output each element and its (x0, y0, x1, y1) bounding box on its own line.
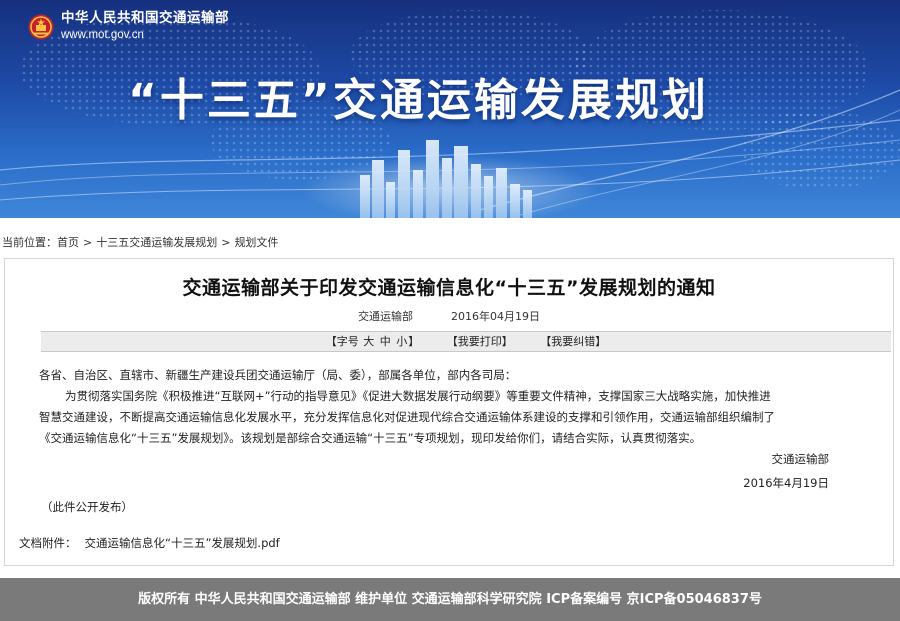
breadcrumb-prefix: 当前位置： (2, 236, 57, 249)
article-meta: 交通运输部 2016年04月19日 (5, 308, 893, 324)
correction-button[interactable]: 【我要纠错】 (540, 332, 606, 351)
font-size-large-button[interactable]: 大 (363, 335, 374, 348)
article-panel: 交通运输部关于印发交通运输信息化“十三五”发展规划的通知 交通运输部 2016年0… (4, 258, 894, 566)
font-size-close: 】 (408, 335, 420, 348)
article-toolbar: 【字号 大 中 小】 【我要打印】 【我要纠错】 (41, 331, 891, 352)
breadcrumb: 当前位置：首页 > 十三五交通运输发展规划 > 规划文件 (2, 234, 278, 250)
font-size-medium-button[interactable]: 中 (380, 335, 391, 348)
font-size-control: 【字号 大 中 小】 (326, 332, 420, 351)
site-name: 中华人民共和国交通运输部 (61, 10, 229, 26)
banner-title: “十三五”交通运输发展规划 (128, 75, 709, 126)
footer-copyright: 版权所有 中华人民共和国交通运输部 维护单位 交通运输部科学研究院 ICP备案编… (138, 592, 762, 607)
attachment-label: 文档附件： (19, 536, 77, 550)
signature-org: 交通运输部 (771, 452, 830, 466)
national-emblem-icon (28, 14, 54, 40)
article-title: 交通运输部关于印发交通运输信息化“十三五”发展规划的通知 (182, 277, 716, 299)
paragraph-line: 为贯彻落实国务院《积极推进“互联网+”行动的指导意见》《促进大数据发展行动纲要》… (65, 389, 771, 403)
salutation: 各省、自治区、直辖市、新疆生产建设兵团交通运输厅（局、委），部属各单位，部内各司… (39, 368, 517, 382)
paragraph-line: 《交通运输信息化“十三五”发展规划》。该规划是部综合交通运输“十三五”专项规划，… (39, 431, 702, 445)
font-size-label: 【字号 (325, 335, 359, 348)
footer: 版权所有 中华人民共和国交通运输部 维护单位 交通运输部科学研究院 ICP备案编… (0, 578, 900, 621)
site-logo[interactable]: 中华人民共和国交通运输部 www.mot.gov.cn (28, 10, 229, 44)
attachment-link[interactable]: 交通运输信息化“十三五”发展规划.pdf (85, 536, 280, 550)
breadcrumb-separator: > (83, 236, 93, 249)
article-date: 2016年04月19日 (451, 310, 540, 323)
breadcrumb-home[interactable]: 首页 (57, 236, 79, 249)
print-button[interactable]: 【我要打印】 (447, 332, 513, 351)
attachment-row: 文档附件： 交通运输信息化“十三五”发展规划.pdf (19, 535, 280, 551)
breadcrumb-files[interactable]: 规划文件 (234, 236, 278, 249)
site-url: www.mot.gov.cn (61, 29, 144, 41)
font-size-small-button[interactable]: 小 (396, 335, 407, 348)
public-note: （此件公开发布） (41, 500, 133, 514)
signature-date: 2016年4月19日 (743, 476, 829, 490)
article-body: 各省、自治区、直辖市、新疆生产建设兵团交通运输厅（局、委），部属各单位，部内各司… (39, 365, 869, 449)
header-banner: 中华人民共和国交通运输部 www.mot.gov.cn “十三五”交通运输发展规… (0, 0, 900, 218)
breadcrumb-plan[interactable]: 十三五交通运输发展规划 (96, 236, 217, 249)
breadcrumb-separator: > (221, 236, 231, 249)
paragraph-line: 智慧交通建设，不断提高交通运输信息化发展水平，充分发挥信息化对促进现代综合交通运… (39, 410, 775, 424)
article-source: 交通运输部 (358, 310, 413, 323)
